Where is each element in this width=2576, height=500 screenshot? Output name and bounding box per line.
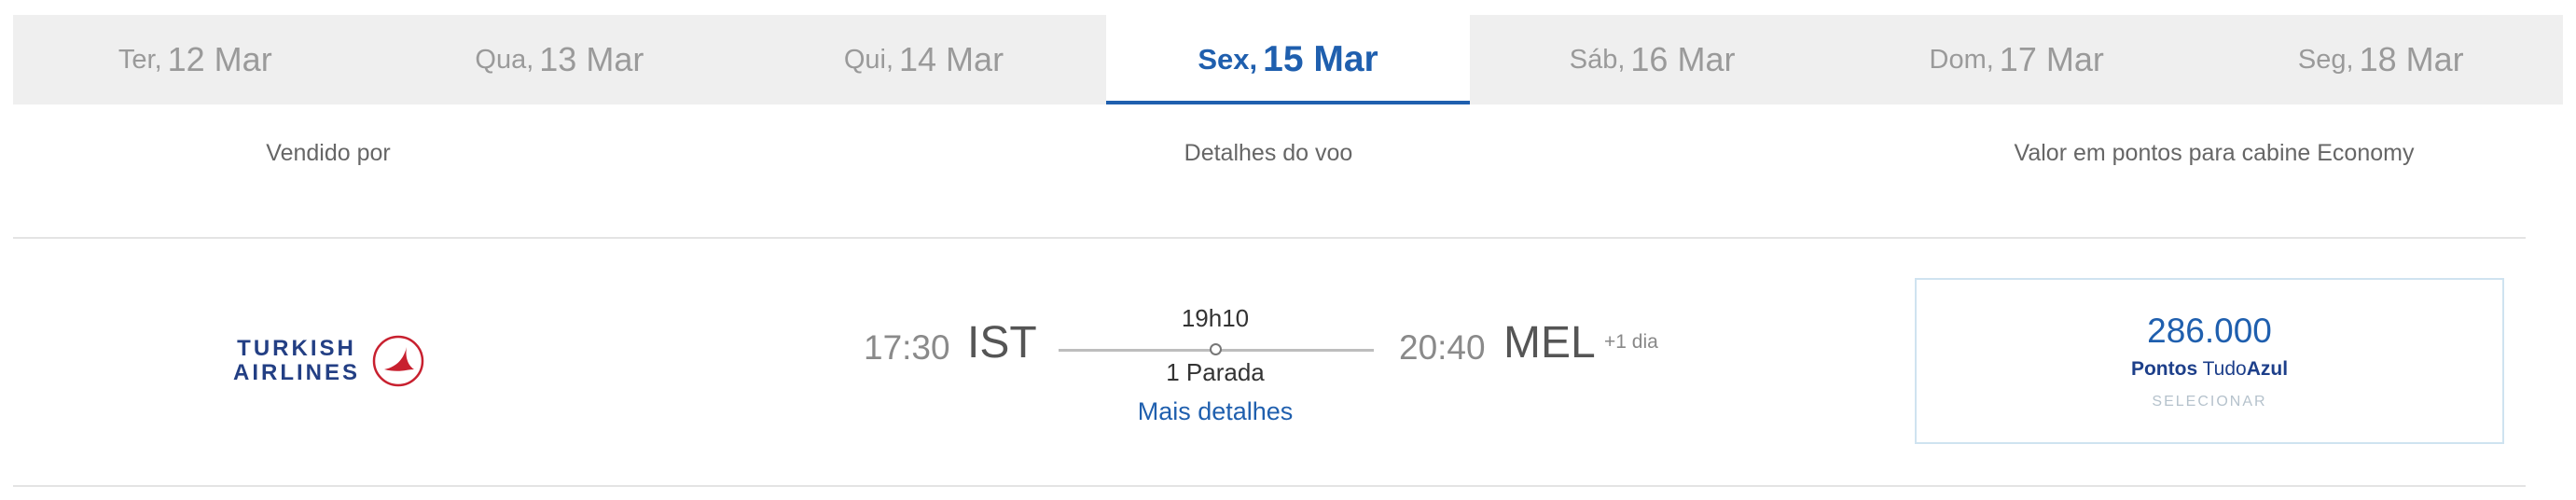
date-tab-day: 17 Mar <box>1999 40 2104 78</box>
date-tab-12-mar[interactable]: Ter, 12 Mar <box>13 15 378 104</box>
points-label-tudo: Tudo <box>2202 358 2247 380</box>
arrival-airport: MEL <box>1503 318 1596 368</box>
date-tab-weekday: Seg, <box>2297 44 2354 75</box>
turkish-airlines-bird-icon <box>372 335 424 387</box>
date-tab-18-mar[interactable]: Seg, 18 Mar <box>2198 15 2563 104</box>
airline-logo: TURKISH AIRLINES <box>233 328 429 394</box>
date-tab-13-mar[interactable]: Qua, 13 Mar <box>378 15 742 104</box>
airline-name: TURKISH AIRLINES <box>233 337 360 385</box>
date-tab-17-mar[interactable]: Dom, 17 Mar <box>1835 15 2199 104</box>
date-tab-weekday: Sex, <box>1198 43 1258 76</box>
date-tab-weekday: Qui, <box>843 44 894 75</box>
date-tab-14-mar[interactable]: Qui, 14 Mar <box>741 15 1106 104</box>
date-tab-15-mar-selected[interactable]: Sex, 15 Mar <box>1105 15 1471 104</box>
date-tab-weekday: Qua, <box>475 44 534 75</box>
departure-airport: IST <box>967 318 1037 368</box>
more-details-link[interactable]: Mais detalhes <box>1138 397 1294 426</box>
points-label-azul: Azul <box>2246 358 2289 380</box>
points-program-label: Pontos TudoAzul <box>1917 358 2502 381</box>
flight-duration: 19h10 <box>1181 304 1250 332</box>
stop-marker-icon <box>1210 343 1222 355</box>
date-tabs-bar: Ter, 12 Mar Qua, 13 Mar Qui, 14 Mar Sex,… <box>13 15 2563 104</box>
date-tab-16-mar[interactable]: Sáb, 16 Mar <box>1470 15 1835 104</box>
header-points-value: Valor em pontos para cabine Economy <box>2014 140 2415 166</box>
points-fare-option[interactable]: 286.000 Pontos TudoAzul SELECIONAR <box>1915 278 2504 444</box>
points-label-pontos: Pontos <box>2130 358 2198 380</box>
next-day-indicator: +1 dia <box>1604 331 1658 353</box>
date-tab-weekday: Sáb, <box>1569 44 1626 75</box>
airline-name-line1: TURKISH <box>237 336 356 361</box>
date-tab-day: 15 Mar <box>1263 39 1378 79</box>
date-tab-day: 18 Mar <box>2359 40 2464 78</box>
date-tab-weekday: Ter, <box>118 44 162 75</box>
select-button[interactable]: SELECIONAR <box>1917 394 2502 410</box>
date-tab-day: 13 Mar <box>539 40 644 78</box>
date-tab-day: 12 Mar <box>167 40 272 78</box>
date-tab-weekday: Dom, <box>1929 44 1994 75</box>
points-amount: 286.000 <box>2147 312 2272 350</box>
departure-time: 17:30 <box>864 328 950 367</box>
header-divider <box>13 237 2526 239</box>
stops-count: 1 Parada <box>1166 358 1265 386</box>
header-flight-details: Detalhes do voo <box>1184 140 1353 166</box>
date-tab-day: 16 Mar <box>1630 40 1736 78</box>
row-divider <box>13 485 2526 487</box>
results-column-headers: Vendido por Detalhes do voo Valor em pon… <box>0 140 2576 177</box>
header-sold-by: Vendido por <box>266 140 391 166</box>
date-tab-day: 14 Mar <box>899 40 1004 78</box>
arrival-time: 20:40 <box>1399 328 1486 367</box>
airline-name-line2: AIRLINES <box>233 360 361 385</box>
